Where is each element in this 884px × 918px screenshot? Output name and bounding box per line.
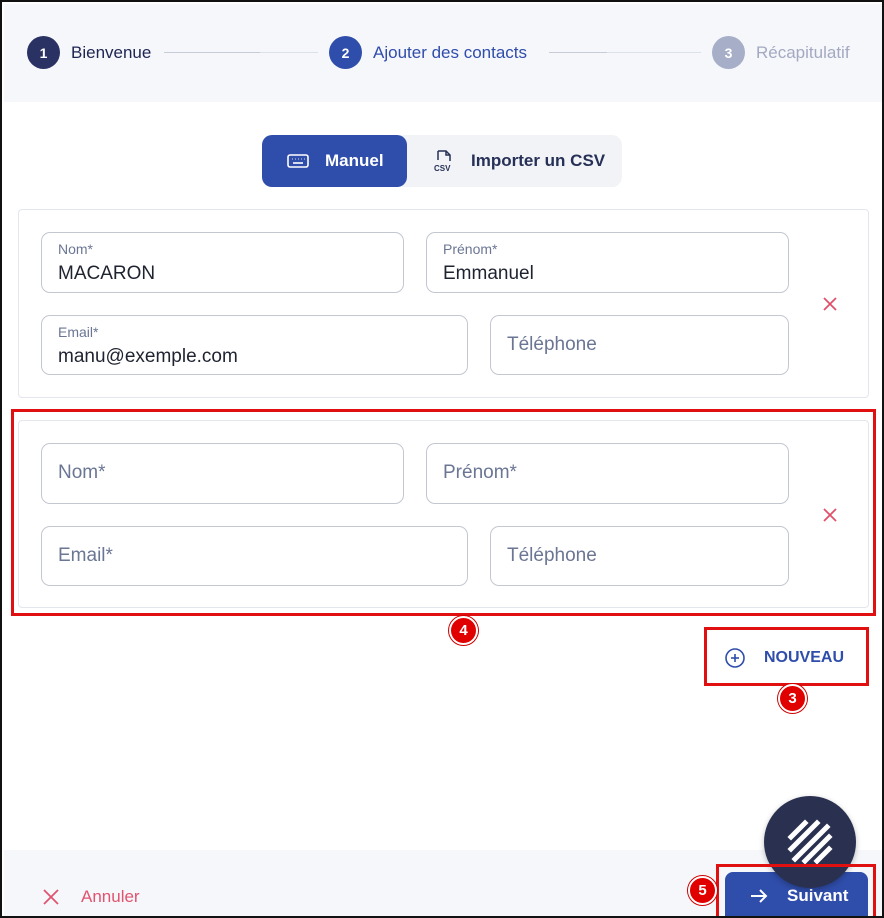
nom-field[interactable]: Nom* MACARON (41, 232, 404, 293)
mode-toggle: Manuel CSV Importer un CSV (262, 135, 622, 187)
add-contact-button[interactable]: NOUVEAU (724, 642, 844, 674)
nom-placeholder: Nom* (58, 462, 106, 483)
add-contact-label: NOUVEAU (764, 649, 845, 666)
telephone-field[interactable]: Téléphone (490, 315, 789, 375)
prenom-field[interactable]: Prénom* (426, 443, 789, 504)
email-placeholder: Email* (58, 545, 113, 566)
annotation-badge: 5 (688, 876, 717, 905)
telephone-placeholder: Téléphone (507, 334, 597, 355)
manual-mode-button[interactable]: Manuel (262, 135, 407, 187)
step-connector (164, 52, 318, 53)
nom-field-label: Nom* (58, 241, 94, 257)
close-icon (823, 297, 837, 311)
plus-circle-icon (725, 648, 745, 668)
remove-contact-button[interactable] (819, 293, 841, 315)
next-label: Suivant (787, 886, 849, 905)
csv-file-icon: CSV (432, 149, 456, 173)
step-label: Récapitulatif (756, 42, 850, 62)
telephone-placeholder: Téléphone (507, 545, 597, 566)
close-icon (43, 889, 59, 905)
cancel-label: Annuler (81, 887, 140, 906)
cancel-button[interactable]: Annuler (42, 887, 140, 907)
step-ajouter-contacts: 2 Ajouter des contacts (329, 36, 527, 69)
brand-logo-icon (787, 819, 833, 865)
prenom-placeholder: Prénom* (443, 462, 517, 483)
step-number: 3 (712, 36, 745, 69)
csv-import-button[interactable]: CSV Importer un CSV (407, 135, 605, 187)
app-window: 1 Bienvenue 2 Ajouter des contacts 3 Réc… (0, 0, 884, 918)
email-field-value: manu@exemple.com (58, 346, 238, 367)
nom-field[interactable]: Nom* (41, 443, 404, 504)
step-bienvenue: 1 Bienvenue (27, 36, 151, 69)
annotation-badge: 3 (778, 684, 807, 713)
annotation-badge: 4 (449, 616, 478, 645)
help-widget-button[interactable] (764, 796, 856, 888)
step-label: Ajouter des contacts (373, 42, 528, 62)
step-recapitulatif: 3 Récapitulatif (712, 36, 850, 69)
email-field[interactable]: Email* manu@exemple.com (41, 315, 468, 375)
email-field[interactable]: Email* (41, 526, 468, 586)
email-field-label: Email* (58, 324, 99, 340)
contact-card: Nom* MACARON Prénom* Emmanuel Email* man… (18, 209, 869, 398)
remove-contact-button[interactable] (819, 504, 841, 526)
close-icon (823, 508, 837, 522)
keyboard-icon (286, 149, 310, 173)
step-number: 1 (27, 36, 60, 69)
csv-import-label: Importer un CSV (471, 151, 606, 170)
svg-text:CSV: CSV (434, 164, 451, 173)
manual-mode-label: Manuel (325, 151, 384, 170)
step-label: Bienvenue (71, 42, 152, 62)
prenom-field-value: Emmanuel (443, 263, 534, 284)
contact-card: Nom* Prénom* Email* Téléphone (18, 420, 869, 608)
prenom-field-label: Prénom* (443, 241, 498, 257)
arrow-right-icon (751, 889, 768, 903)
nom-field-value: MACARON (58, 263, 156, 284)
step-connector (549, 52, 701, 53)
telephone-field[interactable]: Téléphone (490, 526, 789, 586)
prenom-field[interactable]: Prénom* Emmanuel (426, 232, 789, 293)
step-number: 2 (329, 36, 362, 69)
